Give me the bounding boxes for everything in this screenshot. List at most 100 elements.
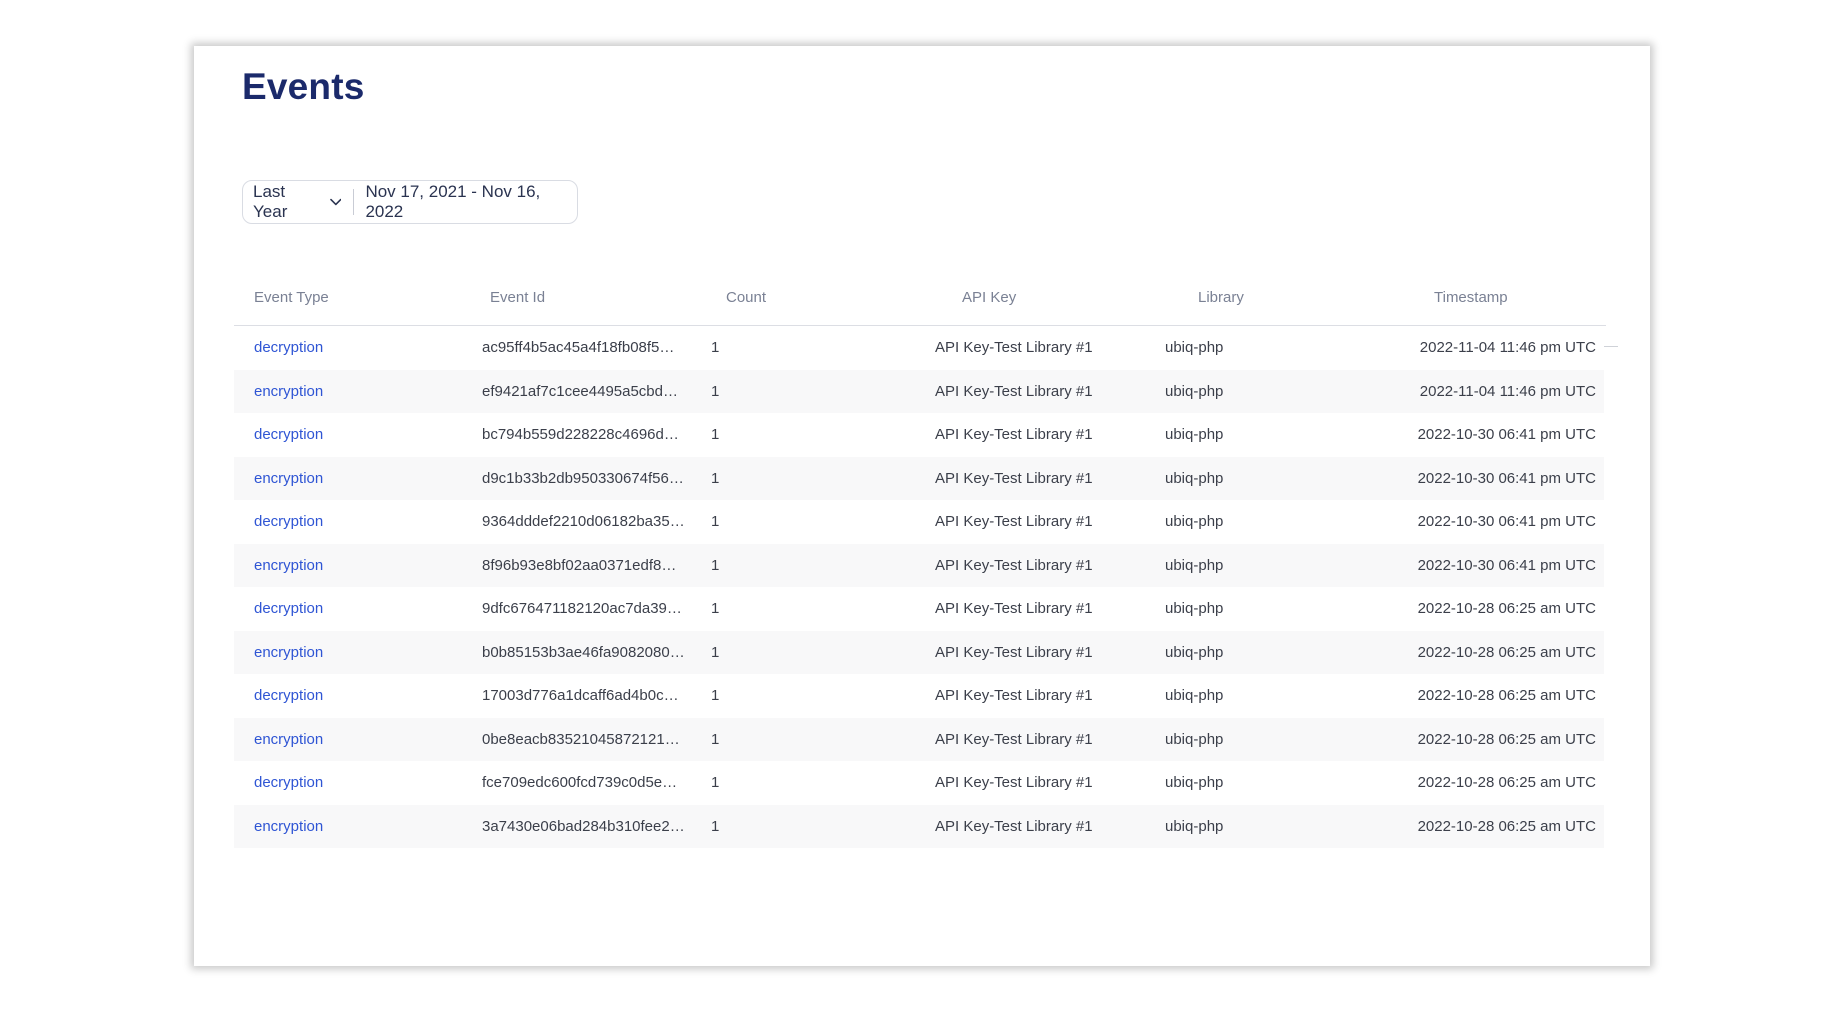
event-id-cell: fce709edc600fcd739c0d5e… (482, 774, 678, 792)
event-id-cell: d9c1b33b2db950330674f56… (482, 469, 684, 487)
event-id-cell: 17003d776a1dcaff6ad4b0c… (482, 687, 679, 705)
api-key-cell: API Key-Test Library #1 (935, 426, 1093, 444)
timestamp-cell: 2022-10-28 06:25 am UTC (1417, 817, 1596, 835)
range-select[interactable]: Last Year (243, 181, 353, 223)
count-cell: 1 (711, 339, 720, 357)
timestamp-cell: 2022-10-28 06:25 am UTC (1417, 600, 1596, 618)
timestamp-cell: 2022-10-30 06:41 pm UTC (1417, 469, 1596, 487)
event-id-cell: 3a7430e06bad284b310fee2… (482, 817, 685, 835)
count-cell: 1 (711, 687, 720, 705)
event-id-cell: ac95ff4b5ac45a4f18fb08f5… (482, 339, 675, 357)
library-cell: ubiq-php (1165, 687, 1224, 705)
date-range-input[interactable]: Nov 17, 2021 - Nov 16, 2022 (354, 182, 577, 222)
library-cell: ubiq-php (1165, 600, 1224, 618)
library-cell: ubiq-php (1165, 513, 1224, 531)
api-key-cell: API Key-Test Library #1 (935, 730, 1093, 748)
library-cell: ubiq-php (1165, 339, 1224, 357)
scrollbar-thumb[interactable] (1604, 346, 1618, 347)
event-id-cell: 9dfc676471182120ac7da39… (482, 600, 682, 618)
event-type-link[interactable]: decryption (234, 513, 466, 530)
event-type-link[interactable]: decryption (234, 426, 466, 443)
count-cell: 1 (711, 730, 720, 748)
table-row[interactable]: decryption ac95ff4b5ac45a4f18fb08f5… 1 A… (234, 326, 1604, 370)
chevron-down-icon (330, 198, 342, 206)
event-type-link[interactable]: encryption (234, 644, 466, 661)
table-header: Event Type Event Id Count API Key Librar… (234, 270, 1606, 326)
api-key-cell: API Key-Test Library #1 (935, 643, 1093, 661)
event-type-link[interactable]: encryption (234, 731, 466, 748)
api-key-cell: API Key-Test Library #1 (935, 774, 1093, 792)
library-cell: ubiq-php (1165, 817, 1224, 835)
api-key-cell: API Key-Test Library #1 (935, 600, 1093, 618)
table-row[interactable]: encryption b0b85153b3ae46fa9082080… 1 AP… (234, 630, 1604, 674)
table-row[interactable]: encryption d9c1b33b2db950330674f56… 1 AP… (234, 456, 1604, 500)
api-key-cell: API Key-Test Library #1 (935, 513, 1093, 531)
table-row[interactable]: decryption fce709edc600fcd739c0d5e… 1 AP… (234, 761, 1604, 805)
page-title: Events (242, 66, 365, 107)
event-id-cell: b0b85153b3ae46fa9082080… (482, 643, 685, 661)
range-select-label: Last Year (253, 182, 288, 221)
event-id-cell: bc794b559d228228c4696d… (482, 426, 679, 444)
count-cell: 1 (711, 426, 720, 444)
timestamp-cell: 2022-10-28 06:25 am UTC (1417, 774, 1596, 792)
api-key-cell: API Key-Test Library #1 (935, 469, 1093, 487)
timestamp-cell: 2022-10-28 06:25 am UTC (1417, 643, 1596, 661)
table-row[interactable]: encryption 3a7430e06bad284b310fee2… 1 AP… (234, 804, 1604, 848)
table-body: decryption ac95ff4b5ac45a4f18fb08f5… 1 A… (234, 326, 1604, 848)
count-cell: 1 (711, 817, 720, 835)
timestamp-cell: 2022-11-04 11:46 pm UTC (1419, 339, 1596, 357)
timestamp-cell: 2022-10-28 06:25 am UTC (1417, 687, 1596, 705)
event-type-link[interactable]: decryption (234, 687, 466, 704)
column-header-library[interactable]: Library (1178, 289, 1414, 306)
count-cell: 1 (711, 556, 720, 574)
event-type-link[interactable]: decryption (234, 600, 466, 617)
event-id-cell: 8f96b93e8bf02aa0371edf8… (482, 556, 677, 574)
table-row[interactable]: decryption 9dfc676471182120ac7da39… 1 AP… (234, 587, 1604, 631)
library-cell: ubiq-php (1165, 469, 1224, 487)
timestamp-cell: 2022-10-30 06:41 pm UTC (1417, 426, 1596, 444)
library-cell: ubiq-php (1165, 426, 1224, 444)
column-header-event-type[interactable]: Event Type (234, 289, 470, 306)
timestamp-cell: 2022-10-28 06:25 am UTC (1417, 730, 1596, 748)
count-cell: 1 (711, 774, 720, 792)
date-filter: Last Year Nov 17, 2021 - Nov 16, 2022 (242, 180, 578, 224)
table-row[interactable]: encryption ef9421af7c1cee4495a5cbd… 1 AP… (234, 369, 1604, 413)
library-cell: ubiq-php (1165, 382, 1224, 400)
timestamp-cell: 2022-11-04 11:46 pm UTC (1419, 382, 1596, 400)
count-cell: 1 (711, 469, 720, 487)
library-cell: ubiq-php (1165, 556, 1224, 574)
column-header-count[interactable]: Count (706, 289, 942, 306)
library-cell: ubiq-php (1165, 643, 1224, 661)
event-type-link[interactable]: encryption (234, 470, 466, 487)
event-type-link[interactable]: encryption (234, 818, 466, 835)
library-cell: ubiq-php (1165, 774, 1224, 792)
event-id-cell: 0be8eacb83521045872121… (482, 730, 680, 748)
timestamp-cell: 2022-10-30 06:41 pm UTC (1417, 556, 1596, 574)
timestamp-cell: 2022-10-30 06:41 pm UTC (1417, 513, 1596, 531)
count-cell: 1 (711, 513, 720, 531)
api-key-cell: API Key-Test Library #1 (935, 687, 1093, 705)
event-id-cell: 9364dddef2210d06182ba35… (482, 513, 685, 531)
event-type-link[interactable]: decryption (234, 774, 466, 791)
api-key-cell: API Key-Test Library #1 (935, 817, 1093, 835)
count-cell: 1 (711, 382, 720, 400)
api-key-cell: API Key-Test Library #1 (935, 556, 1093, 574)
events-table: Event Type Event Id Count API Key Librar… (234, 270, 1606, 848)
event-id-cell: ef9421af7c1cee4495a5cbd… (482, 382, 678, 400)
column-header-event-id[interactable]: Event Id (470, 289, 706, 306)
library-cell: ubiq-php (1165, 730, 1224, 748)
table-row[interactable]: decryption bc794b559d228228c4696d… 1 API… (234, 413, 1604, 457)
column-header-api-key[interactable]: API Key (942, 289, 1178, 306)
table-row[interactable]: encryption 8f96b93e8bf02aa0371edf8… 1 AP… (234, 543, 1604, 587)
event-type-link[interactable]: encryption (234, 383, 466, 400)
column-header-timestamp[interactable]: Timestamp (1414, 289, 1606, 306)
count-cell: 1 (711, 643, 720, 661)
api-key-cell: API Key-Test Library #1 (935, 382, 1093, 400)
table-row[interactable]: decryption 17003d776a1dcaff6ad4b0c… 1 AP… (234, 674, 1604, 718)
event-type-link[interactable]: encryption (234, 557, 466, 574)
events-panel: Events Last Year Nov 17, 2021 - Nov 16, … (194, 46, 1650, 966)
table-row[interactable]: encryption 0be8eacb83521045872121… 1 API… (234, 717, 1604, 761)
event-type-link[interactable]: decryption (234, 339, 466, 356)
table-row[interactable]: decryption 9364dddef2210d06182ba35… 1 AP… (234, 500, 1604, 544)
count-cell: 1 (711, 600, 720, 618)
